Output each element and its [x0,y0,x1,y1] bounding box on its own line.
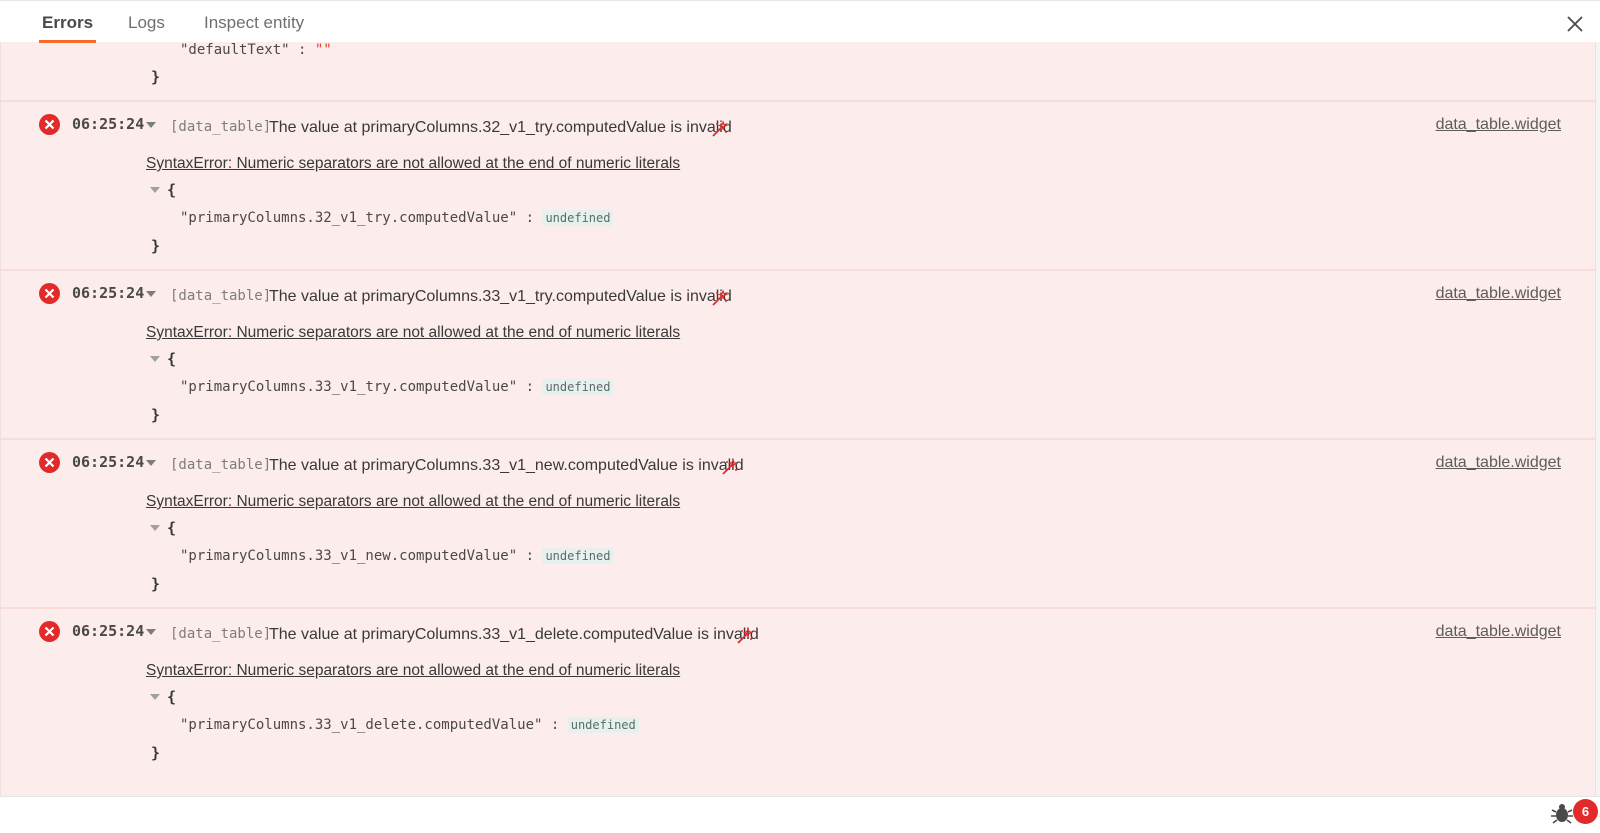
json-brace-close: } [151,68,161,86]
collapse-caret-icon[interactable] [146,122,156,128]
tab-inspect-entity[interactable]: Inspect entity [204,13,304,43]
json-key: "primaryColumns.33_v1_delete.computedVal… [180,717,543,733]
bottom-bar [0,796,1600,833]
json-brace-open: { [167,350,177,368]
json-key: "defaultText" [180,42,290,58]
previous-json-line: "defaultText" : "" [180,42,332,58]
json-separator: : [542,717,568,733]
json-line: "primaryColumns.32_v1_try.computedValue"… [180,210,614,226]
error-count-badge: 6 [1573,799,1598,824]
error-detail-link[interactable]: SyntaxError: Numeric separators are not … [146,155,680,173]
json-brace-close: } [151,237,161,255]
error-detail-link[interactable]: SyntaxError: Numeric separators are not … [146,493,680,511]
error-source: [data_table] [170,119,272,135]
json-collapse-caret-icon[interactable] [150,694,160,700]
error-message: The value at primaryColumns.33_v1_try.co… [269,288,732,305]
entity-link[interactable]: data_table.widget [1436,454,1561,472]
json-collapse-caret-icon[interactable] [150,525,160,531]
json-collapse-caret-icon[interactable] [150,187,160,193]
entity-link[interactable]: data_table.widget [1436,116,1561,134]
errors-list[interactable]: "defaultText" : "" } 06:25:24 [data_tabl… [0,42,1596,796]
json-separator: : [289,42,315,58]
json-brace-open: { [167,519,177,537]
json-value-undefined: undefined [567,717,639,733]
error-timestamp: 06:25:24 [72,115,145,133]
json-collapse-caret-icon[interactable] [150,356,160,362]
magic-wand-icon[interactable] [736,627,754,645]
json-brace-close: } [151,744,161,762]
tab-logs[interactable]: Logs [128,13,165,43]
error-source: [data_table] [170,288,272,304]
json-brace-close: } [151,575,161,593]
error-message: The value at primaryColumns.33_v1_new.co… [269,457,744,474]
error-source: [data_table] [170,457,272,473]
json-value: "" [314,42,332,58]
tab-errors[interactable]: Errors [38,13,97,43]
close-icon[interactable] [1566,15,1584,33]
error-entry: 06:25:24 [data_table] The value at prima… [1,269,1595,440]
collapse-caret-icon[interactable] [146,629,156,635]
json-separator: : [517,379,543,395]
json-line: "primaryColumns.33_v1_delete.computedVal… [180,717,639,733]
error-circle-icon [39,283,60,304]
error-entry: 06:25:24 [data_table] The value at prima… [1,100,1595,271]
entity-link[interactable]: data_table.widget [1436,285,1561,303]
json-brace-open: { [167,688,177,706]
magic-wand-icon[interactable] [711,289,729,307]
error-timestamp: 06:25:24 [72,622,145,640]
bug-icon[interactable] [1550,802,1574,824]
json-brace-open: { [167,181,177,199]
magic-wand-icon[interactable] [711,120,729,138]
error-entry: 06:25:24 [data_table] The value at prima… [1,607,1595,778]
error-timestamp: 06:25:24 [72,453,145,471]
error-source: [data_table] [170,626,272,642]
error-detail-link[interactable]: SyntaxError: Numeric separators are not … [146,324,680,342]
json-separator: : [517,548,543,564]
error-message: The value at primaryColumns.33_v1_delete… [269,626,759,643]
json-value-undefined: undefined [542,210,614,226]
error-circle-icon [39,114,60,135]
json-line: "primaryColumns.33_v1_try.computedValue"… [180,379,614,395]
json-separator: : [517,210,543,226]
json-key: "primaryColumns.32_v1_try.computedValue" [180,210,518,226]
json-key: "primaryColumns.33_v1_new.computedValue" [180,548,518,564]
error-message: The value at primaryColumns.32_v1_try.co… [269,119,732,136]
error-circle-icon [39,621,60,642]
debugger-header: Errors Logs Inspect entity [0,0,1600,43]
error-entry: 06:25:24 [data_table] The value at prima… [1,438,1595,609]
entity-link[interactable]: data_table.widget [1436,623,1561,641]
json-value-undefined: undefined [542,379,614,395]
error-circle-icon [39,452,60,473]
json-value-undefined: undefined [542,548,614,564]
error-timestamp: 06:25:24 [72,284,145,302]
json-key: "primaryColumns.33_v1_try.computedValue" [180,379,518,395]
scrollbar[interactable] [1596,42,1600,796]
json-brace-close: } [151,406,161,424]
collapse-caret-icon[interactable] [146,291,156,297]
magic-wand-icon[interactable] [721,458,739,476]
json-line: "primaryColumns.33_v1_new.computedValue"… [180,548,614,564]
collapse-caret-icon[interactable] [146,460,156,466]
error-detail-link[interactable]: SyntaxError: Numeric separators are not … [146,662,680,680]
